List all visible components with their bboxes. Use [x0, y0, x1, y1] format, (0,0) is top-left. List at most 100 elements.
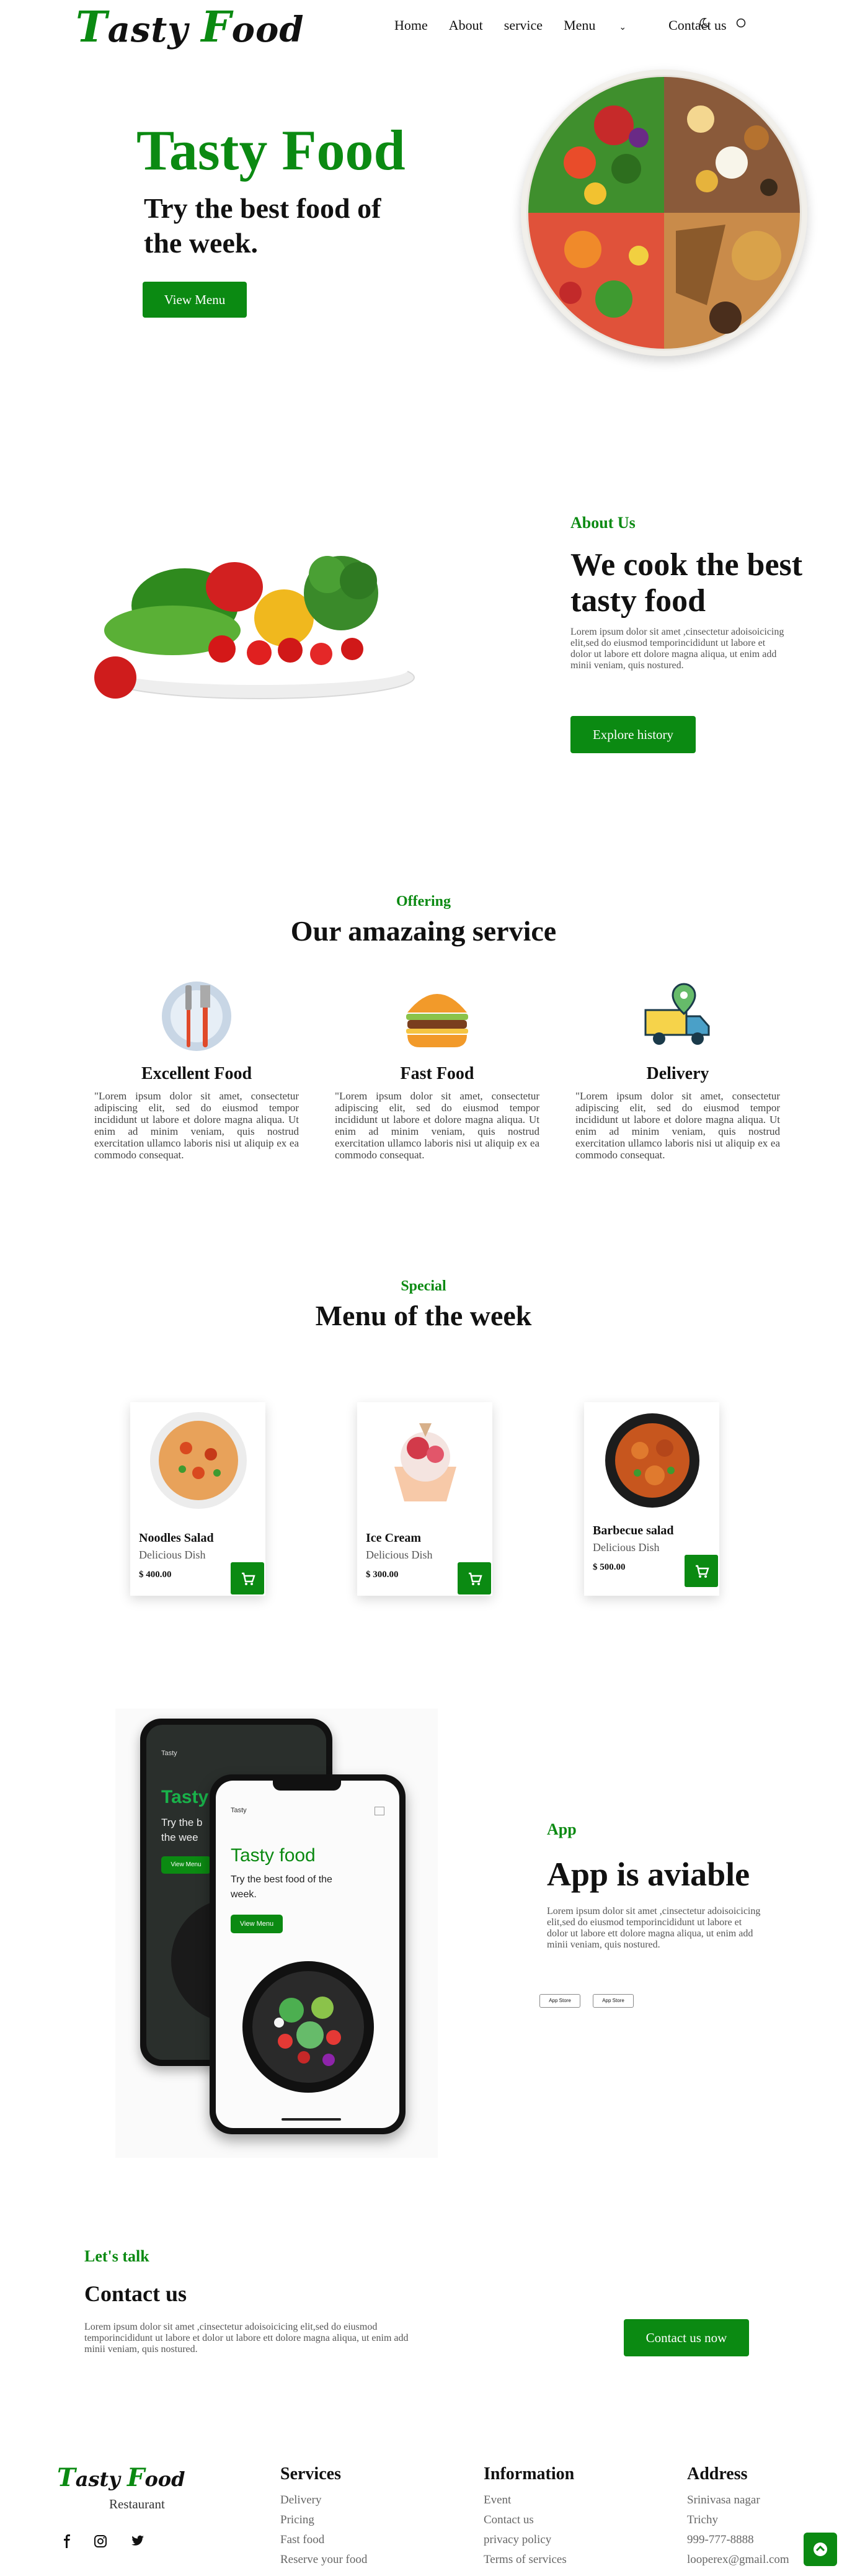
app-title: App is aviable [547, 1856, 750, 1893]
moon-icon[interactable] [697, 16, 711, 30]
chevron-down-icon: ⌄ [619, 23, 627, 32]
service-card-excellent-food: Excellent Food "Lorem ipsum dolor sit am… [94, 979, 299, 1161]
brand-logo[interactable]: Tasty Food [76, 2, 304, 52]
service-title: Excellent Food [141, 1064, 252, 1083]
hero-subtitle: Try the best food of the week. [144, 192, 381, 259]
vegetables-plate-image [94, 556, 415, 699]
dish-price: $ 400.00 [139, 1570, 172, 1580]
footer-address-line: Trichy [687, 2513, 718, 2526]
service-title: Fast Food [400, 1064, 474, 1083]
dish-name: Barbecue salad [593, 1524, 674, 1537]
app-text: Lorem ipsum dolor sit amet ,cinsectetur … [547, 1906, 761, 1950]
phone-back-title: Tasty [161, 1787, 209, 1807]
menu-title: Menu of the week [315, 1300, 532, 1331]
nav-links: Home About service Menu ⌄ Contact us [394, 17, 748, 34]
service-card-fast-food: Fast Food "Lorem ipsum dolor sit amet, c… [335, 979, 539, 1161]
app-phones-mockup: Tasty Tasty Try the b the wee View Menu … [115, 1709, 438, 2158]
footer-link[interactable]: Fast food [280, 2530, 367, 2550]
food-plate-image [521, 69, 807, 356]
talk-kicker: Let's talk [84, 2247, 149, 2265]
footer-link[interactable]: Terms of services [484, 2550, 574, 2570]
twitter-icon[interactable] [130, 2534, 145, 2549]
cart-icon [696, 1565, 709, 1578]
arrow-up-circle-icon [814, 2542, 827, 2556]
grid-icon [375, 1807, 384, 1815]
phone-back-sub: Try the b the wee [161, 1817, 203, 1843]
scroll-to-top-button[interactable] [804, 2533, 837, 2566]
about-text: Lorem ipsum dolor sit amet ,cinsectetur … [570, 627, 784, 671]
talk-title: Contact us [84, 2281, 187, 2306]
footer-link[interactable]: Event [484, 2490, 574, 2510]
phone-sub: Try the best food of the week. [231, 1874, 332, 1900]
add-to-cart-button[interactable] [458, 1562, 491, 1594]
footer-col-title: Information [484, 2464, 575, 2484]
salad-bowl-image [242, 1961, 374, 2093]
offering-title: Our amazaing service [290, 915, 557, 947]
phone-brand: Tasty [231, 1807, 247, 1814]
service-card-delivery: Delivery "Lorem ipsum dolor sit amet, co… [575, 979, 780, 1161]
dish-price: $ 500.00 [593, 1562, 626, 1572]
barbecue-salad-image [605, 1413, 699, 1508]
offering-kicker: Offering [396, 893, 451, 910]
delivery-truck-icon [644, 983, 710, 1045]
footer-logo[interactable]: Tasty Food [57, 2463, 185, 2492]
dish-price: $ 300.00 [366, 1570, 399, 1580]
footer-col-title: Address [687, 2464, 748, 2484]
service-text: "Lorem ipsum dolor sit amet, consectetur… [94, 1090, 299, 1161]
service-text: "Lorem ipsum dolor sit amet, consectetur… [335, 1090, 539, 1161]
burger-icon [406, 994, 468, 1047]
footer-link[interactable]: privacy policy [484, 2530, 574, 2550]
menu-card-ice-cream[interactable]: Ice Cream Delicious Dish $ 300.00 [357, 1402, 492, 1596]
phone-back-brand: Tasty [161, 1750, 177, 1757]
footer-services: Services Delivery Pricing Fast food Rese… [280, 2464, 367, 2570]
footer-email[interactable]: looperex@gmail.com [687, 2550, 789, 2570]
footer-link[interactable]: Delivery [280, 2490, 367, 2510]
footer-information: Information Event Contact us privacy pol… [484, 2464, 574, 2570]
footer-address: Address Srinivasa nagar Trichy 999-777-8… [687, 2464, 789, 2570]
dish-name: Noodles Salad [139, 1531, 214, 1545]
app-store-badge[interactable]: App Store [539, 1994, 580, 2008]
cart-icon [242, 1572, 255, 1585]
hero-title: Tasty Food [136, 119, 406, 182]
app-store-badge-2[interactable]: App Store [593, 1994, 634, 2008]
service-title: Delivery [646, 1064, 709, 1083]
footer-link[interactable]: Reserve your food [280, 2550, 367, 2570]
phone-title: Tasty food [231, 1845, 316, 1866]
about-kicker: About Us [570, 514, 636, 532]
view-menu-button[interactable]: View Menu [143, 282, 247, 318]
top-navbar: Tasty Food Home About service Menu ⌄ Cont… [0, 0, 847, 55]
footer-link[interactable]: Contact us [484, 2510, 574, 2530]
add-to-cart-button[interactable] [685, 1555, 718, 1587]
service-text: "Lorem ipsum dolor sit amet, consectetur… [575, 1090, 780, 1161]
footer-address-line: Srinivasa nagar [687, 2493, 760, 2507]
nav-menu[interactable]: Menu ⌄ [564, 17, 647, 34]
dish-subtitle: Delicious Dish [366, 1549, 433, 1561]
footer-phone: 999-777-8888 [687, 2533, 754, 2546]
footer-link[interactable]: Pricing [280, 2510, 367, 2530]
nav-service[interactable]: service [504, 17, 543, 34]
instagram-icon[interactable] [93, 2534, 108, 2549]
phone-view-menu-button: View Menu [231, 1915, 283, 1933]
dish-name: Ice Cream [366, 1531, 422, 1545]
circle-icon[interactable] [734, 16, 748, 30]
add-to-cart-button[interactable] [231, 1562, 264, 1594]
nav-home[interactable]: Home [394, 17, 428, 34]
contact-us-now-button[interactable]: Contact us now [624, 2319, 749, 2356]
phone-front: Tasty Tasty food Try the best food of th… [210, 1774, 406, 2134]
cart-icon [469, 1572, 482, 1585]
nav-about[interactable]: About [449, 17, 483, 34]
dish-subtitle: Delicious Dish [139, 1549, 206, 1561]
noodles-image [150, 1412, 247, 1509]
talk-text: Lorem ipsum dolor sit amet ,cinsectetur … [84, 2322, 409, 2355]
about-title: We cook the best tasty food [570, 547, 803, 619]
phone-back-button: View Menu [161, 1856, 211, 1874]
explore-history-button[interactable]: Explore history [570, 716, 696, 753]
healthy-plate-illustration [526, 75, 802, 351]
cutlery-icon [162, 982, 231, 1051]
menu-card-barbecue-salad[interactable]: Barbecue salad Delicious Dish $ 500.00 [584, 1402, 719, 1596]
app-kicker: App [547, 1820, 577, 1838]
footer-restaurant-label: Restaurant [109, 2497, 165, 2511]
footer-col-title: Services [280, 2464, 341, 2484]
menu-card-noodles-salad[interactable]: Noodles Salad Delicious Dish $ 400.00 [130, 1402, 265, 1596]
facebook-icon[interactable] [60, 2534, 74, 2549]
